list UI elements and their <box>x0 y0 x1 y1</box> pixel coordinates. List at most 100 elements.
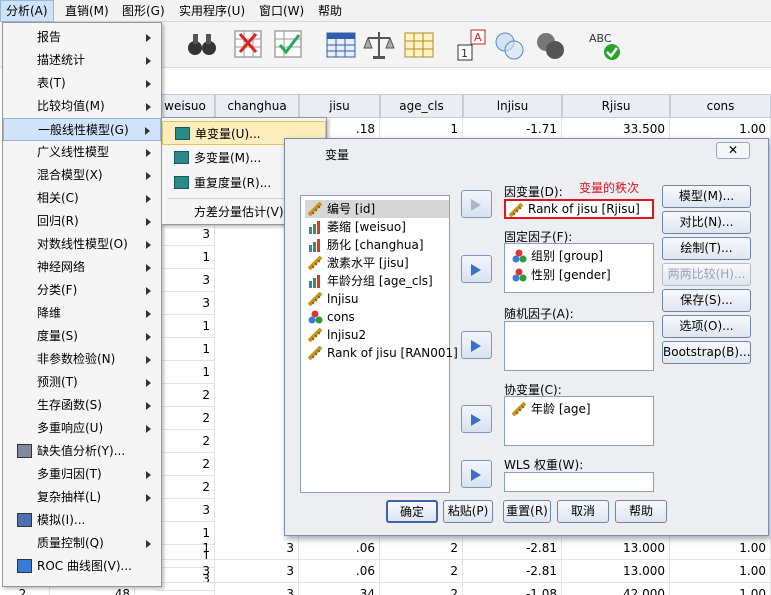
cell-lnjisu[interactable]: -2.81 <box>463 537 562 560</box>
random-factors-list[interactable] <box>504 321 654 371</box>
paste-button[interactable]: 粘贴(P) <box>443 500 493 523</box>
analyze-menu-item[interactable]: 神经网络 <box>3 256 161 279</box>
analyze-menu-item[interactable]: 广义线性模型 <box>3 141 161 164</box>
cell-age-cls[interactable]: 2 <box>380 560 463 583</box>
reset-button[interactable]: 重置(R) <box>503 500 551 523</box>
plots-button[interactable]: 绘制(T)... <box>662 237 751 260</box>
cell-weisuo[interactable]: 1 <box>155 361 215 384</box>
cell-weisuo[interactable]: 3 <box>155 560 215 583</box>
ok-button[interactable]: 确定 <box>386 500 438 523</box>
cell-cons[interactable]: 1.00 <box>670 537 771 560</box>
col-header-age-cls[interactable]: age_cls <box>380 94 463 118</box>
analyze-menu-item[interactable]: 度量(S) <box>3 325 161 348</box>
cancel-button[interactable]: 取消 <box>557 500 609 523</box>
sets-icon[interactable] <box>493 28 527 62</box>
value-labels-icon[interactable] <box>402 28 436 62</box>
cell-weisuo[interactable]: 1 <box>155 246 215 269</box>
cell-weisuo[interactable]: 2 <box>155 453 215 476</box>
cell-cons[interactable]: 1.00 <box>670 560 771 583</box>
cell-weisuo[interactable]: 2 <box>155 384 215 407</box>
analyze-menu-item[interactable]: 模拟(I)... <box>3 509 161 532</box>
insert-cases-icon[interactable] <box>232 28 266 62</box>
analyze-menu-item[interactable]: 多重响应(U) <box>3 417 161 440</box>
col-header-lnjisu[interactable]: lnjisu <box>463 94 562 118</box>
cell-age-cls[interactable]: 2 <box>380 583 463 595</box>
menu-help[interactable]: 帮助 <box>313 0 347 22</box>
cell-weisuo[interactable]: 3 <box>155 292 215 315</box>
list-item[interactable]: lnjisu2 <box>305 326 449 344</box>
cell-changhua[interactable]: 3 <box>215 537 299 560</box>
col-header-jisu[interactable]: jisu <box>299 94 380 118</box>
cell-jisu[interactable]: .06 <box>299 560 380 583</box>
menu-utilities[interactable]: 实用程序(U) <box>174 0 250 22</box>
cell-cons[interactable]: 1.00 <box>670 583 771 595</box>
analyze-menu-item[interactable]: 分类(F) <box>3 279 161 302</box>
analyze-menu-item[interactable]: 生存函数(S) <box>3 394 161 417</box>
analyze-menu-item[interactable]: 非参数检验(N) <box>3 348 161 371</box>
list-item[interactable]: 激素水平 [jisu] <box>305 254 449 272</box>
list-item[interactable]: 年龄分组 [age_cls] <box>305 272 449 290</box>
weight-scale-icon[interactable] <box>362 28 396 62</box>
analyze-menu-item[interactable]: 回归(R) <box>3 210 161 233</box>
col-header-cons[interactable]: cons <box>670 94 771 118</box>
cell-lnjisu[interactable]: -1.08 <box>463 583 562 595</box>
analyze-menu-item[interactable]: 对数线性模型(O) <box>3 233 161 256</box>
list-item[interactable]: 编号 [id] <box>305 200 449 218</box>
move-to-wls-button[interactable] <box>461 460 492 488</box>
cell-weisuo[interactable]: 3 <box>155 269 215 292</box>
menu-direct-marketing[interactable]: 直销(M) <box>60 0 114 22</box>
list-item[interactable]: Rank of jisu [RAN001] <box>305 344 458 362</box>
source-variable-list[interactable]: 编号 [id] 萎缩 [weisuo] 肠化 [changhua] 激素水平 [jis… <box>300 195 458 493</box>
move-to-fixed-button[interactable] <box>461 255 492 283</box>
col-header-rjisu[interactable]: Rjisu <box>562 94 670 118</box>
list-item[interactable]: 年龄 [age] <box>509 400 591 418</box>
analyze-menu-item[interactable]: 质量控制(Q) <box>3 532 161 555</box>
col-header-changhua[interactable]: changhua <box>215 94 299 118</box>
menu-analyze[interactable]: 分析(A) <box>0 0 54 22</box>
analyze-menu-item[interactable]: 复杂抽样(L) <box>3 486 161 509</box>
analyze-menu-item[interactable]: 表(T) <box>3 72 161 95</box>
save-button[interactable]: 保存(S)... <box>662 289 751 312</box>
analyze-menu-item[interactable]: 预测(T) <box>3 371 161 394</box>
analyze-menu-item[interactable]: 相关(C) <box>3 187 161 210</box>
menu-window[interactable]: 窗口(W) <box>254 0 309 22</box>
analyze-menu-item[interactable]: 一般线性模型(G) <box>3 118 161 141</box>
cell-changhua[interactable]: 3 <box>215 583 299 595</box>
cell-weisuo[interactable]: 1 <box>155 338 215 361</box>
binoculars-icon[interactable] <box>185 28 219 62</box>
options-button[interactable]: 选项(O)... <box>662 315 751 338</box>
menu-graphs[interactable]: 图形(G) <box>117 0 170 22</box>
cell-rjisu[interactable]: 42.000 <box>562 583 670 595</box>
analyze-menu-item[interactable]: 报告 <box>3 26 161 49</box>
cell-weisuo[interactable]: 2 <box>155 407 215 430</box>
cell-weisuo[interactable]: 3 <box>155 499 215 522</box>
analyze-menu-item[interactable]: 多重归因(T) <box>3 463 161 486</box>
analyze-menu-item[interactable]: 缺失值分析(Y)... <box>3 440 161 463</box>
cell-rjisu[interactable]: 13.000 <box>562 537 670 560</box>
fixed-factors-list[interactable]: 组别 [group] 性别 [gender] <box>504 243 654 293</box>
use-sets-icon[interactable] <box>534 28 568 62</box>
covariates-list[interactable]: 年龄 [age] <box>504 396 654 446</box>
list-item[interactable]: 萎缩 [weisuo] <box>305 218 449 236</box>
list-item[interactable]: 组别 [group] <box>509 247 603 265</box>
model-button[interactable]: 模型(M)... <box>662 185 751 208</box>
cell-weisuo[interactable]: 1 <box>155 537 215 560</box>
table-icon[interactable] <box>324 28 358 62</box>
cell-weisuo[interactable]: 1 <box>155 315 215 338</box>
move-to-random-button[interactable] <box>461 331 492 359</box>
cell-age-cls[interactable]: 2 <box>380 537 463 560</box>
cell-weisuo[interactable]: 2 <box>155 430 215 453</box>
list-item[interactable]: 肠化 [changhua] <box>305 236 449 254</box>
analyze-menu-item[interactable]: 比较均值(M) <box>3 95 161 118</box>
select-cases-icon[interactable] <box>272 28 306 62</box>
list-item[interactable]: 性别 [gender] <box>509 266 611 284</box>
analyze-menu-item[interactable]: 混合模型(X) <box>3 164 161 187</box>
list-item[interactable]: cons <box>305 308 449 326</box>
dependent-field[interactable]: Rank of jisu [Rjisu] <box>504 199 654 219</box>
cell-rjisu[interactable]: 13.000 <box>562 560 670 583</box>
contrasts-button[interactable]: 对比(N)... <box>662 211 751 234</box>
analyze-menu-item[interactable]: 描述统计 <box>3 49 161 72</box>
cell-lnjisu[interactable]: -2.81 <box>463 560 562 583</box>
cell-changhua[interactable]: 3 <box>215 560 299 583</box>
value-labels-a1-icon[interactable]: A1 <box>455 28 489 62</box>
